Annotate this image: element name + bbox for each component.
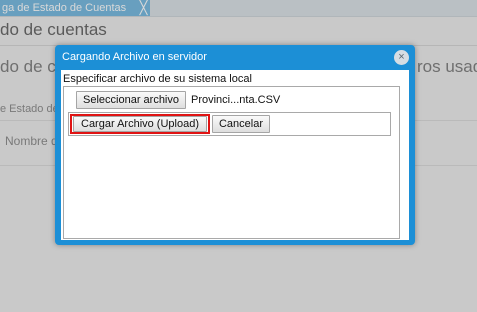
tab-label: ga de Estado de Cuentas: [2, 2, 127, 14]
upload-dialog: Cargando Archivo en servidor × Especific…: [55, 45, 415, 245]
dialog-title: Cargando Archivo en servidor: [62, 51, 207, 63]
section-heading-right: ros usad: [417, 57, 477, 76]
upload-button[interactable]: Cargar Archivo (Upload): [73, 116, 207, 132]
selected-file-name: Provinci...nta.CSV: [191, 94, 281, 106]
tab-estado-de-cuentas[interactable]: ga de Estado de Cuentas: [0, 0, 150, 16]
action-row: Cargar Archivo (Upload) Cancelar: [68, 112, 391, 136]
file-select-row: Seleccionar archivo Provinci...nta.CSV: [76, 91, 280, 109]
specify-file-label: Especificar archivo de su sistema local: [63, 73, 252, 85]
column-header-name: Nombre d: [5, 134, 58, 148]
upload-highlight: Cargar Archivo (Upload): [70, 114, 210, 134]
tab-strip: ga de Estado de Cuentas ╳: [0, 0, 477, 17]
select-file-button[interactable]: Seleccionar archivo: [76, 91, 186, 109]
page-title: do de cuentas: [0, 20, 107, 39]
cancel-button[interactable]: Cancelar: [212, 115, 270, 133]
dialog-body: Especificar archivo de su sistema local …: [61, 70, 409, 240]
file-panel: Seleccionar archivo Provinci...nta.CSV C…: [63, 86, 400, 239]
breadcrumb: e Estado de: [0, 103, 59, 115]
close-icon[interactable]: ×: [394, 50, 409, 65]
tab-close-icon[interactable]: ╳: [137, 0, 150, 16]
